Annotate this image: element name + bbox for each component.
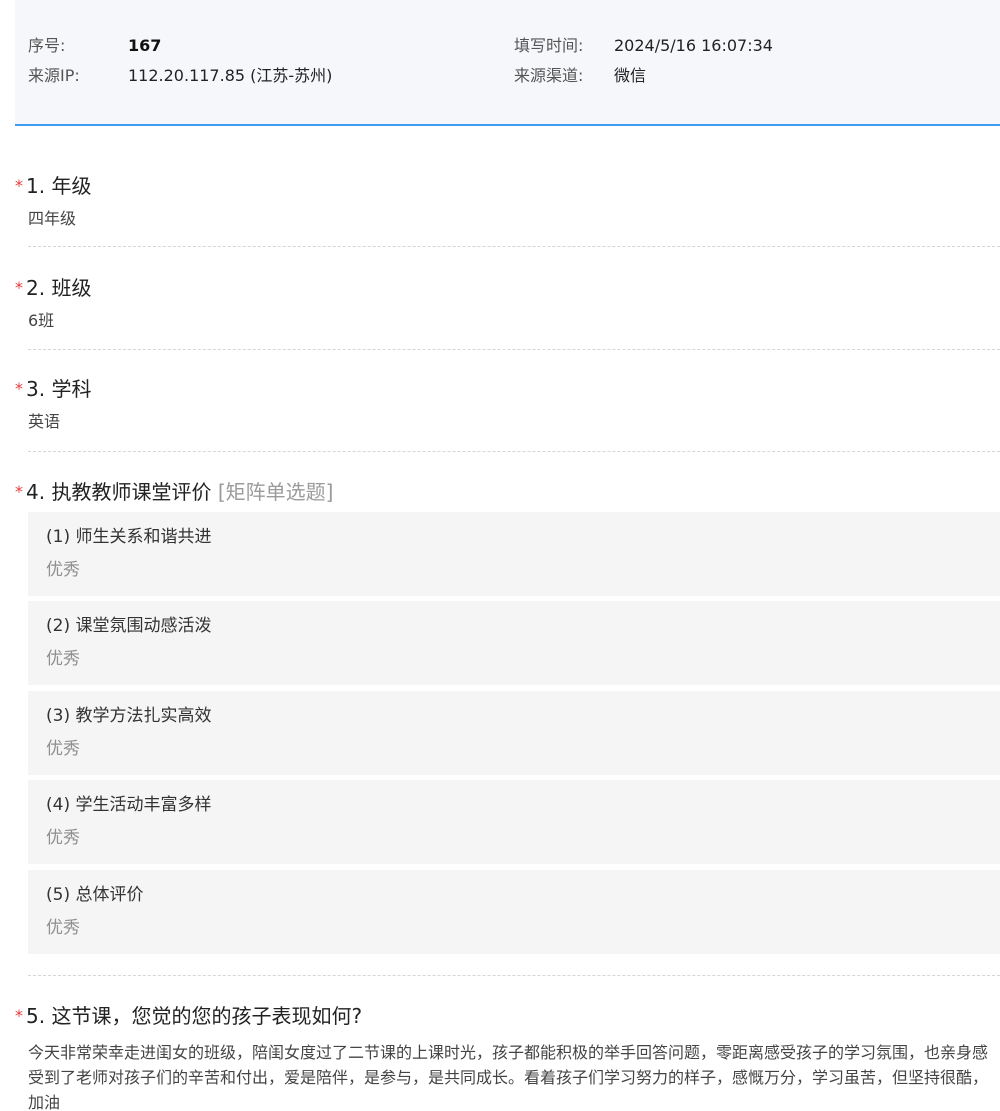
required-star: * — [15, 176, 23, 195]
matrix-row: (3) 教学方法扎实高效 优秀 — [28, 691, 1000, 775]
response-detail-page: 序号: 167 来源IP: 112.20.117.85 (江苏-苏州) 填写时间… — [0, 0, 1000, 1111]
question-2-title: * 2. 班级 — [15, 276, 91, 300]
required-star: * — [15, 1006, 23, 1025]
matrix-row: (5) 总体评价 优秀 — [28, 870, 1000, 954]
matrix-row-label: (5) 总体评价 — [46, 885, 144, 905]
matrix-row-value: 优秀 — [46, 828, 80, 848]
matrix-row-label: (1) 师生关系和谐共进 — [46, 527, 212, 547]
matrix-row: (4) 学生活动丰富多样 优秀 — [28, 780, 1000, 864]
matrix-row: (1) 师生关系和谐共进 优秀 — [28, 512, 1000, 596]
question-type-tag: [矩阵单选题] — [217, 480, 334, 504]
question-4-title: * 4. 执教教师课堂评价 [矩阵单选题] — [15, 480, 333, 504]
time-label: 填写时间: — [514, 36, 584, 55]
question-2-answer: 6班 — [28, 311, 55, 330]
required-star: * — [15, 482, 23, 501]
matrix-row-label: (4) 学生活动丰富多样 — [46, 795, 212, 815]
question-5-title: * 5. 这节课，您觉的您的孩子表现如何? — [15, 1004, 362, 1028]
question-1: * 1. 年级 四年级 — [15, 174, 1000, 234]
question-3: * 3. 学科 英语 — [15, 377, 1000, 437]
seq-label: 序号: — [28, 36, 66, 55]
matrix-row-label: (3) 教学方法扎实高效 — [46, 706, 212, 726]
question-divider — [28, 975, 1000, 976]
ip-value: 112.20.117.85 (江苏-苏州) — [128, 66, 333, 85]
channel-label: 来源渠道: — [514, 66, 584, 85]
question-divider — [28, 246, 1000, 247]
required-star: * — [15, 278, 23, 297]
question-3-answer: 英语 — [28, 412, 61, 431]
matrix-row-value: 优秀 — [46, 918, 80, 938]
question-4-title-text: 4. 执教教师课堂评价 — [26, 480, 212, 504]
question-3-title-text: 3. 学科 — [26, 377, 92, 401]
question-1-answer: 四年级 — [28, 209, 77, 228]
question-2-title-text: 2. 班级 — [26, 276, 92, 300]
seq-value: 167 — [128, 36, 162, 55]
response-info-panel: 序号: 167 来源IP: 112.20.117.85 (江苏-苏州) 填写时间… — [15, 0, 1000, 126]
channel-value: 微信 — [614, 66, 647, 85]
question-2: * 2. 班级 6班 — [15, 276, 1000, 336]
question-3-title: * 3. 学科 — [15, 377, 91, 401]
matrix-row-value: 优秀 — [46, 649, 80, 669]
matrix-row-label: (2) 课堂氛围动感活泼 — [46, 616, 212, 636]
question-1-title: * 1. 年级 — [15, 174, 91, 198]
matrix-row-value: 优秀 — [46, 560, 80, 580]
question-5-title-text: 5. 这节课，您觉的您的孩子表现如何? — [26, 1004, 363, 1028]
question-1-title-text: 1. 年级 — [26, 174, 92, 198]
question-divider — [28, 349, 1000, 350]
time-value: 2024/5/16 16:07:34 — [614, 36, 773, 55]
ip-label: 来源IP: — [28, 66, 80, 85]
question-4: * 4. 执教教师课堂评价 [矩阵单选题] — [15, 480, 1000, 510]
required-star: * — [15, 379, 23, 398]
question-divider — [28, 451, 1000, 452]
question-5-answer: 今天非常荣幸走进闺女的班级，陪闺女度过了二节课的上课时光，孩子都能积极的举手回答… — [28, 1043, 989, 1111]
question-5: * 5. 这节课，您觉的您的孩子表现如何? 今天非常荣幸走进闺女的班级，陪闺女度过… — [15, 1004, 1000, 1111]
matrix-row: (2) 课堂氛围动感活泼 优秀 — [28, 601, 1000, 685]
matrix-row-value: 优秀 — [46, 739, 80, 759]
